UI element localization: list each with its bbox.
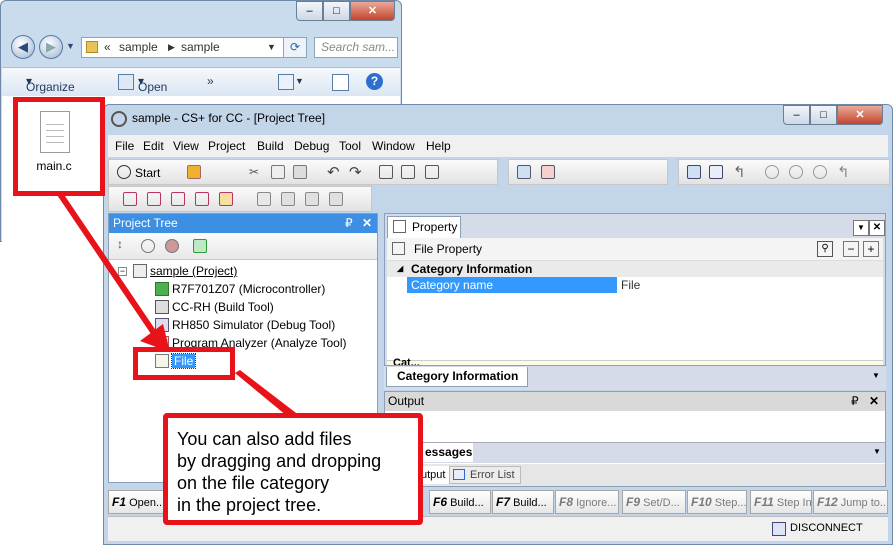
callout-box: You can also add files by dragging and d… [163,413,423,525]
drag-arrow-head [140,324,170,352]
annotation-arrows [57,192,300,416]
callout-line: You can also add files [177,429,352,449]
callout-line: in the project tree. [177,495,322,515]
drag-arrow-line [57,192,159,338]
callout-line: by dragging and dropping [177,451,382,471]
callout-line: on the file category [177,473,330,493]
callout-pointer [235,370,300,416]
